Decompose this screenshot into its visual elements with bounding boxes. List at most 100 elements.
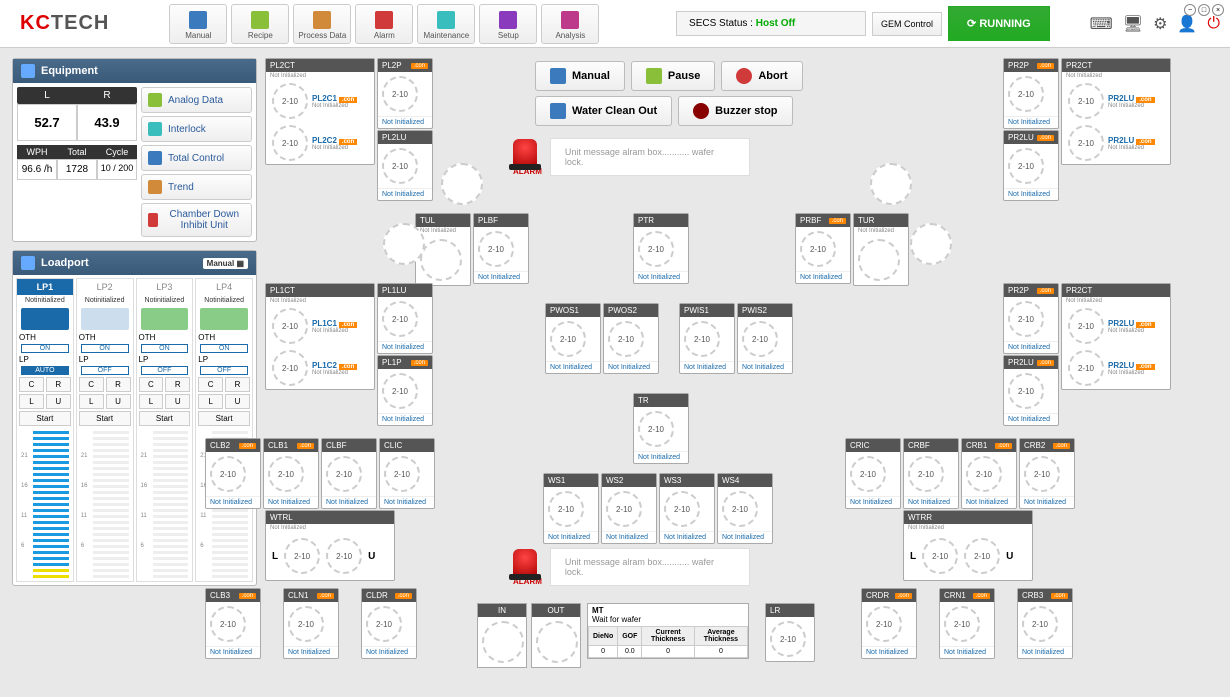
unit-CLB3[interactable]: CLB3.con2-10Not Initialized: [205, 588, 261, 659]
unit-PR2LU-b[interactable]: PR2LU.con2-10Not Initialized: [1003, 355, 1059, 426]
unit-CLN1[interactable]: CLN1.con2-10Not Initialized: [283, 588, 339, 659]
unit-CRN1[interactable]: CRN1.con2-10Not Initialized: [939, 588, 995, 659]
gear-icon[interactable]: ⚙: [1153, 14, 1167, 34]
water-clean-button[interactable]: Water Clean Out: [535, 96, 672, 126]
unit-PL1P[interactable]: PL1P.con2-10Not Initialized: [377, 355, 433, 426]
loadport-LP3[interactable]: LP3NotinitializedOTHONLPOFFCRLUStart6111…: [136, 278, 194, 582]
manual-button[interactable]: Manual: [535, 61, 625, 91]
lp-LP2-L[interactable]: L: [79, 394, 104, 409]
loadport-LP1[interactable]: LP1NotinitializedOTHONLPAUTOCRLUStart611…: [16, 278, 74, 582]
buzzer-stop-button[interactable]: Buzzer stop: [678, 96, 792, 126]
eq-R-value: 43.9: [77, 104, 137, 141]
unit-CLIC[interactable]: CLIC2-10Not Initialized: [379, 438, 435, 509]
lp-LP4-R[interactable]: R: [225, 377, 250, 392]
unit-PL2CT[interactable]: PL2CT Not Initialized 2-10PL2C1.conNot I…: [265, 58, 375, 165]
power-icon[interactable]: ⏻: [1207, 15, 1220, 33]
lp-LP2-start[interactable]: Start: [79, 411, 131, 426]
lp-LP3-R[interactable]: R: [165, 377, 190, 392]
unit-WTRR[interactable]: WTRRNot Initialized L2-102-10U: [903, 510, 1033, 581]
unit-WS1[interactable]: WS12-10Not Initialized: [543, 473, 599, 544]
unit-OUT[interactable]: OUT: [531, 603, 581, 668]
unit-CRBF[interactable]: CRBF2-10Not Initialized: [903, 438, 959, 509]
loadport-LP2[interactable]: LP2NotinitializedOTHONLPOFFCRLUStart6111…: [76, 278, 134, 582]
unit-WS2[interactable]: WS22-10Not Initialized: [601, 473, 657, 544]
trend-button[interactable]: Trend: [141, 174, 252, 200]
unit-CLBF[interactable]: CLBF2-10Not Initialized: [321, 438, 377, 509]
unit-IN[interactable]: IN: [477, 603, 527, 668]
toolbar-setup-button[interactable]: Setup: [479, 4, 537, 44]
interlock-button[interactable]: Interlock: [141, 116, 252, 142]
chamber-down-inhibit-unit-button[interactable]: Chamber Down Inhibit Unit: [141, 203, 252, 237]
total-control-button[interactable]: Total Control: [141, 145, 252, 171]
unit-CLDR[interactable]: CLDR.con2-10Not Initialized: [361, 588, 417, 659]
unit-WTRL[interactable]: WTRLNot Initialized L2-102-10U: [265, 510, 395, 581]
alarm-icon: [513, 139, 537, 167]
unit-PR2CT[interactable]: PR2CT Not Initialized 2-10PR2LU.conNot I…: [1061, 58, 1171, 165]
unit-PWIS2[interactable]: PWIS22-10Not Initialized: [737, 303, 793, 374]
unit-CLB1[interactable]: CLB1.con2-10Not Initialized: [263, 438, 319, 509]
lp-LP3-L[interactable]: L: [139, 394, 164, 409]
lp-LP2-C[interactable]: C: [79, 377, 104, 392]
unit-CRB1[interactable]: CRB1.con2-10Not Initialized: [961, 438, 1017, 509]
lp-LP1-start[interactable]: Start: [19, 411, 71, 426]
lp-LP1-L[interactable]: L: [19, 394, 44, 409]
unit-PRBF[interactable]: PRBF.con2-10Not Initialized: [795, 213, 851, 284]
unit-WS4[interactable]: WS42-10Not Initialized: [717, 473, 773, 544]
lp-LP3-C[interactable]: C: [139, 377, 164, 392]
unit-PL2P[interactable]: PL2P.con 2-10 Not Initialized: [377, 58, 433, 129]
loadport-LP4[interactable]: LP4NotinitializedOTHONLPOFFCRLUStart6111…: [195, 278, 253, 582]
lp-LP4-start[interactable]: Start: [198, 411, 250, 426]
minimize-icon[interactable]: −: [1184, 4, 1196, 16]
unit-PLBF[interactable]: PLBF2-10Not Initialized: [473, 213, 529, 284]
alarm-message: Unit message alram box........... wafer …: [550, 138, 750, 176]
unit-CRB2[interactable]: CRB2.con2-10Not Initialized: [1019, 438, 1075, 509]
keyboard-icon[interactable]: ⌨: [1090, 14, 1113, 34]
unit-PR2CT-b[interactable]: PR2CT Not Initialized 2-10PR2LU.conNot I…: [1061, 283, 1171, 390]
main-header: KCTECH ManualRecipeProcess DataAlarmMain…: [0, 0, 1230, 48]
unit-PWIS1[interactable]: PWIS12-10Not Initialized: [679, 303, 735, 374]
gem-control-button[interactable]: GEM Control: [872, 12, 942, 36]
abort-button[interactable]: Abort: [721, 61, 802, 91]
toolbar-maintenance-button[interactable]: Maintenance: [417, 4, 475, 44]
unit-PR2P-b[interactable]: PR2P.con2-10Not Initialized: [1003, 283, 1059, 354]
lp-LP2-R[interactable]: R: [106, 377, 131, 392]
unit-CLB2[interactable]: CLB2.con2-10Not Initialized: [205, 438, 261, 509]
user-icon[interactable]: 👤: [1177, 14, 1197, 34]
unit-PTR[interactable]: PTR2-10Not Initialized: [633, 213, 689, 284]
lp-LP2-U[interactable]: U: [106, 394, 131, 409]
unit-TUR[interactable]: TURNot Initialized: [853, 213, 909, 286]
toolbar-alarm-button[interactable]: Alarm: [355, 4, 413, 44]
lp-LP4-U[interactable]: U: [225, 394, 250, 409]
lp-LP4-L[interactable]: L: [198, 394, 223, 409]
lp-LP3-U[interactable]: U: [165, 394, 190, 409]
loadport-manual-button[interactable]: Manual ▦: [203, 258, 248, 269]
unit-CRIC[interactable]: CRIC2-10Not Initialized: [845, 438, 901, 509]
unit-PR2P[interactable]: PR2P.con 2-10 Not Initialized: [1003, 58, 1059, 129]
unit-PL2LU[interactable]: PL2LU 2-10 Not Initialized: [377, 130, 433, 201]
toolbar-analysis-button[interactable]: Analysis: [541, 4, 599, 44]
unit-LR[interactable]: LR2-10: [765, 603, 815, 662]
toolbar-process-data-button[interactable]: Process Data: [293, 4, 351, 44]
maximize-icon[interactable]: □: [1198, 4, 1210, 16]
close-icon[interactable]: ×: [1212, 4, 1224, 16]
lp-LP1-C[interactable]: C: [19, 377, 44, 392]
pause-button[interactable]: Pause: [631, 61, 715, 91]
unit-PWOS1[interactable]: PWOS12-10Not Initialized: [545, 303, 601, 374]
unit-PWOS2[interactable]: PWOS22-10Not Initialized: [603, 303, 659, 374]
lp-LP1-U[interactable]: U: [46, 394, 71, 409]
unit-WS3[interactable]: WS32-10Not Initialized: [659, 473, 715, 544]
analog-data-button[interactable]: Analog Data: [141, 87, 252, 113]
toolbar-manual-button[interactable]: Manual: [169, 4, 227, 44]
unit-CRDR[interactable]: CRDR.con2-10Not Initialized: [861, 588, 917, 659]
lp-LP1-R[interactable]: R: [46, 377, 71, 392]
unit-PL1LU[interactable]: PL1LU2-10Not Initialized: [377, 283, 433, 354]
lp-LP4-C[interactable]: C: [198, 377, 223, 392]
toolbar-recipe-button[interactable]: Recipe: [231, 4, 289, 44]
lp-LP3-start[interactable]: Start: [139, 411, 191, 426]
unit-PL1CT[interactable]: PL1CT Not Initialized 2-10PL1C1.conNot I…: [265, 283, 375, 390]
unit-PR2LU-a[interactable]: PR2LU.con 2-10 Not Initialized: [1003, 130, 1059, 201]
monitor-icon[interactable]: 🖥: [1123, 14, 1143, 34]
unit-CRB3[interactable]: CRB3.con2-10Not Initialized: [1017, 588, 1073, 659]
unit-TR[interactable]: TR2-10Not Initialized: [633, 393, 689, 464]
eq-L-value: 52.7: [17, 104, 77, 141]
